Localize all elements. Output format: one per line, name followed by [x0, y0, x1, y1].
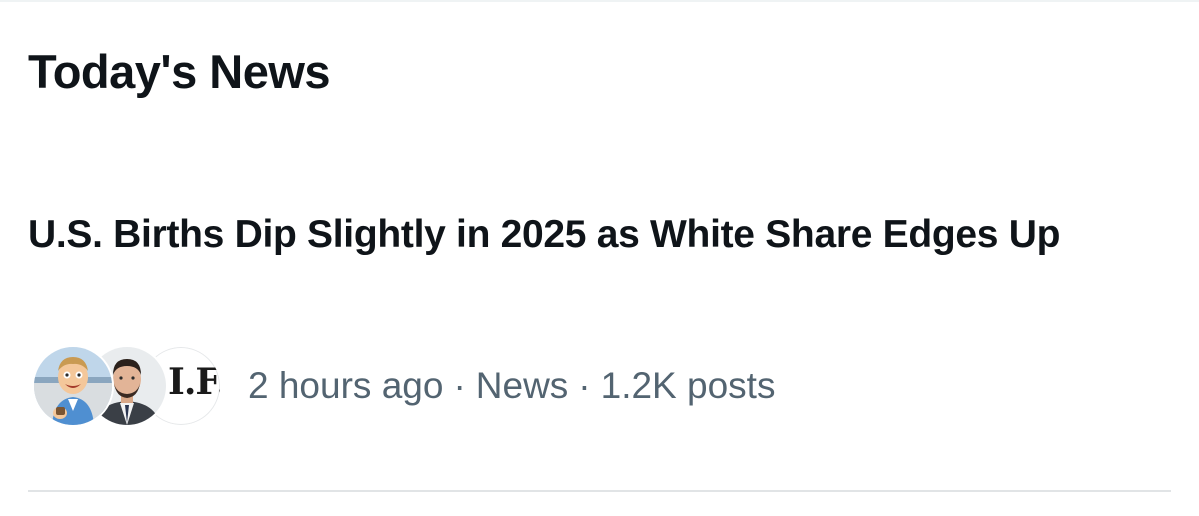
meta-separator: · [578, 365, 591, 406]
avatar-stack: I.F. [32, 345, 222, 427]
bottom-divider [28, 490, 1171, 492]
top-divider [0, 0, 1199, 2]
cartoon-avatar [32, 345, 114, 427]
story-meta-text: 2 hours ago · News · 1.2K posts [248, 345, 775, 427]
news-story-card[interactable]: U.S. Births Dip Slightly in 2025 as Whit… [0, 200, 1199, 480]
meta-separator: · [453, 365, 466, 406]
source-logo: I.F. [168, 361, 222, 403]
story-meta-row: I.F. 2 hours ago · News · 1.2K posts [32, 345, 775, 427]
section-title: Today's News [28, 45, 331, 98]
story-category: News [475, 365, 569, 406]
story-headline[interactable]: U.S. Births Dip Slightly in 2025 as Whit… [28, 208, 1138, 262]
story-time: 2 hours ago [248, 365, 444, 406]
story-post-count: 1.2K posts [600, 365, 776, 406]
